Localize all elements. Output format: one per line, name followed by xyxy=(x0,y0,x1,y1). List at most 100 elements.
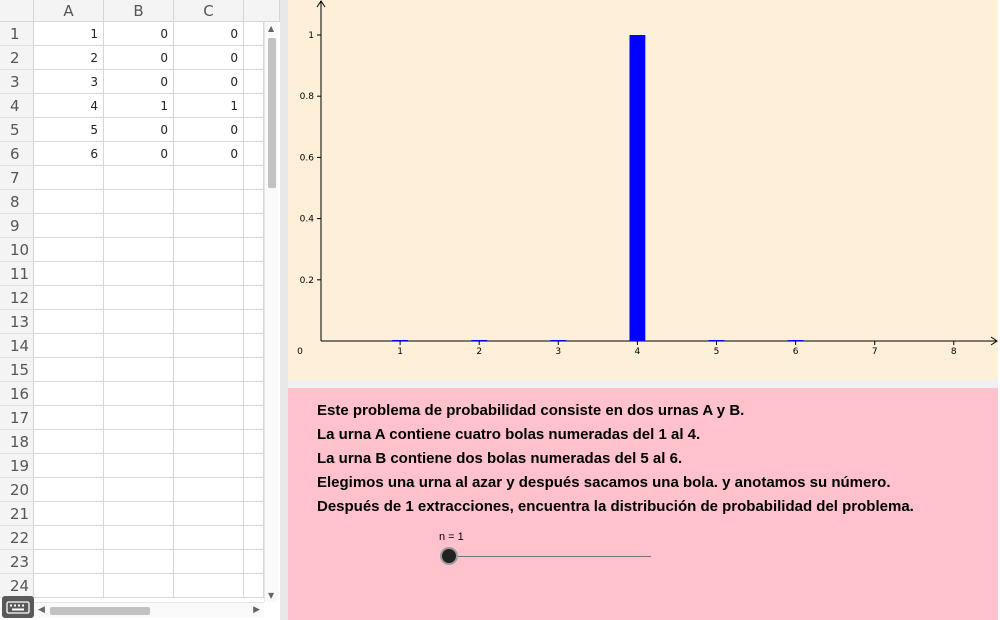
spreadsheet-cell[interactable] xyxy=(174,238,244,262)
spreadsheet-cell[interactable] xyxy=(174,358,244,382)
row-header[interactable]: 17 xyxy=(0,406,34,430)
spreadsheet-cell[interactable]: 0 xyxy=(104,118,174,142)
spreadsheet-cell-overflow[interactable] xyxy=(244,286,264,310)
spreadsheet-cell[interactable] xyxy=(34,358,104,382)
row-header[interactable]: 3 xyxy=(0,70,34,94)
column-header-a[interactable]: A xyxy=(34,0,104,22)
spreadsheet-cell[interactable] xyxy=(174,166,244,190)
spreadsheet-cell[interactable] xyxy=(104,238,174,262)
spreadsheet-cell[interactable]: 6 xyxy=(34,142,104,166)
row-header[interactable]: 23 xyxy=(0,550,34,574)
row-header[interactable]: 10 xyxy=(0,238,34,262)
spreadsheet-cell[interactable] xyxy=(104,574,174,598)
spreadsheet-cell-overflow[interactable] xyxy=(244,70,264,94)
row-header[interactable]: 1 xyxy=(0,22,34,46)
spreadsheet-cell[interactable] xyxy=(34,190,104,214)
spreadsheet-cell[interactable]: 0 xyxy=(174,46,244,70)
spreadsheet-cell[interactable] xyxy=(34,382,104,406)
slider-knob[interactable] xyxy=(442,549,456,563)
spreadsheet-cell-overflow[interactable] xyxy=(244,94,264,118)
spreadsheet-cell[interactable] xyxy=(104,310,174,334)
column-header-b[interactable]: B xyxy=(104,0,174,22)
row-header[interactable]: 14 xyxy=(0,334,34,358)
spreadsheet-cell-overflow[interactable] xyxy=(244,406,264,430)
spreadsheet-cell[interactable] xyxy=(174,310,244,334)
spreadsheet-cell-overflow[interactable] xyxy=(244,190,264,214)
spreadsheet-cell[interactable]: 0 xyxy=(104,46,174,70)
spreadsheet-cell[interactable] xyxy=(174,478,244,502)
spreadsheet-cell-overflow[interactable] xyxy=(244,142,264,166)
bar[interactable] xyxy=(471,340,488,341)
spreadsheet-cell[interactable] xyxy=(34,406,104,430)
spreadsheet-cell[interactable]: 2 xyxy=(34,46,104,70)
spreadsheet-cell[interactable] xyxy=(174,526,244,550)
slider-track[interactable] xyxy=(449,556,651,557)
horizontal-scroll-thumb[interactable] xyxy=(50,607,150,615)
spreadsheet-cell[interactable] xyxy=(104,454,174,478)
spreadsheet-cell[interactable] xyxy=(174,430,244,454)
row-header[interactable]: 13 xyxy=(0,310,34,334)
row-header[interactable]: 11 xyxy=(0,262,34,286)
spreadsheet-cell-overflow[interactable] xyxy=(244,262,264,286)
spreadsheet-cell-overflow[interactable] xyxy=(244,214,264,238)
spreadsheet-cell[interactable] xyxy=(174,550,244,574)
spreadsheet-cell[interactable] xyxy=(34,478,104,502)
spreadsheet-cell[interactable] xyxy=(104,406,174,430)
row-header[interactable]: 16 xyxy=(0,382,34,406)
spreadsheet-cell-overflow[interactable] xyxy=(244,430,264,454)
spreadsheet-cell[interactable] xyxy=(174,214,244,238)
scroll-right-icon[interactable]: ▶ xyxy=(253,605,260,615)
spreadsheet-cell[interactable] xyxy=(34,526,104,550)
row-header[interactable]: 19 xyxy=(0,454,34,478)
spreadsheet-cell-overflow[interactable] xyxy=(244,454,264,478)
spreadsheet-cell[interactable] xyxy=(34,166,104,190)
scroll-left-icon[interactable]: ◀ xyxy=(38,605,45,615)
spreadsheet-cell[interactable] xyxy=(104,502,174,526)
row-header[interactable]: 9 xyxy=(0,214,34,238)
spreadsheet-cell[interactable]: 0 xyxy=(174,70,244,94)
spreadsheet-cell-overflow[interactable] xyxy=(244,310,264,334)
spreadsheet-cell[interactable] xyxy=(174,454,244,478)
spreadsheet-cell[interactable] xyxy=(174,286,244,310)
spreadsheet-cell[interactable]: 0 xyxy=(104,70,174,94)
row-header[interactable]: 7 xyxy=(0,166,34,190)
spreadsheet-cell[interactable] xyxy=(174,334,244,358)
spreadsheet-cell[interactable] xyxy=(104,526,174,550)
bar[interactable] xyxy=(392,340,409,341)
spreadsheet-cell-overflow[interactable] xyxy=(244,118,264,142)
row-header[interactable]: 15 xyxy=(0,358,34,382)
spreadsheet-cell[interactable] xyxy=(104,430,174,454)
spreadsheet-cell[interactable] xyxy=(104,382,174,406)
spreadsheet-cell[interactable] xyxy=(104,190,174,214)
spreadsheet-cell[interactable] xyxy=(34,238,104,262)
row-header[interactable]: 12 xyxy=(0,286,34,310)
view-divider[interactable] xyxy=(280,0,288,620)
spreadsheet-cell[interactable] xyxy=(174,574,244,598)
row-header[interactable]: 2 xyxy=(0,46,34,70)
spreadsheet-cell-overflow[interactable] xyxy=(244,526,264,550)
spreadsheet-cell[interactable] xyxy=(34,550,104,574)
bar[interactable] xyxy=(708,340,725,341)
spreadsheet-cell[interactable] xyxy=(104,262,174,286)
bar[interactable] xyxy=(629,35,646,341)
spreadsheet-cell[interactable]: 5 xyxy=(34,118,104,142)
spreadsheet-cell[interactable]: 0 xyxy=(174,118,244,142)
spreadsheet-cell[interactable] xyxy=(34,430,104,454)
row-header[interactable]: 20 xyxy=(0,478,34,502)
spreadsheet-cell-overflow[interactable] xyxy=(244,166,264,190)
row-header[interactable]: 24 xyxy=(0,574,34,598)
spreadsheet-cell[interactable] xyxy=(34,574,104,598)
spreadsheet-cell[interactable] xyxy=(34,454,104,478)
spreadsheet-cell[interactable]: 1 xyxy=(104,94,174,118)
spreadsheet-cell[interactable] xyxy=(174,406,244,430)
row-header[interactable]: 18 xyxy=(0,430,34,454)
spreadsheet-cell-overflow[interactable] xyxy=(244,478,264,502)
row-header[interactable]: 5 xyxy=(0,118,34,142)
spreadsheet-cell[interactable] xyxy=(174,190,244,214)
bar[interactable] xyxy=(787,340,804,341)
row-header[interactable]: 6 xyxy=(0,142,34,166)
spreadsheet-cell-overflow[interactable] xyxy=(244,238,264,262)
spreadsheet-cell[interactable] xyxy=(174,382,244,406)
scroll-down-icon[interactable]: ▼ xyxy=(268,591,274,600)
spreadsheet-cell-overflow[interactable] xyxy=(244,22,264,46)
